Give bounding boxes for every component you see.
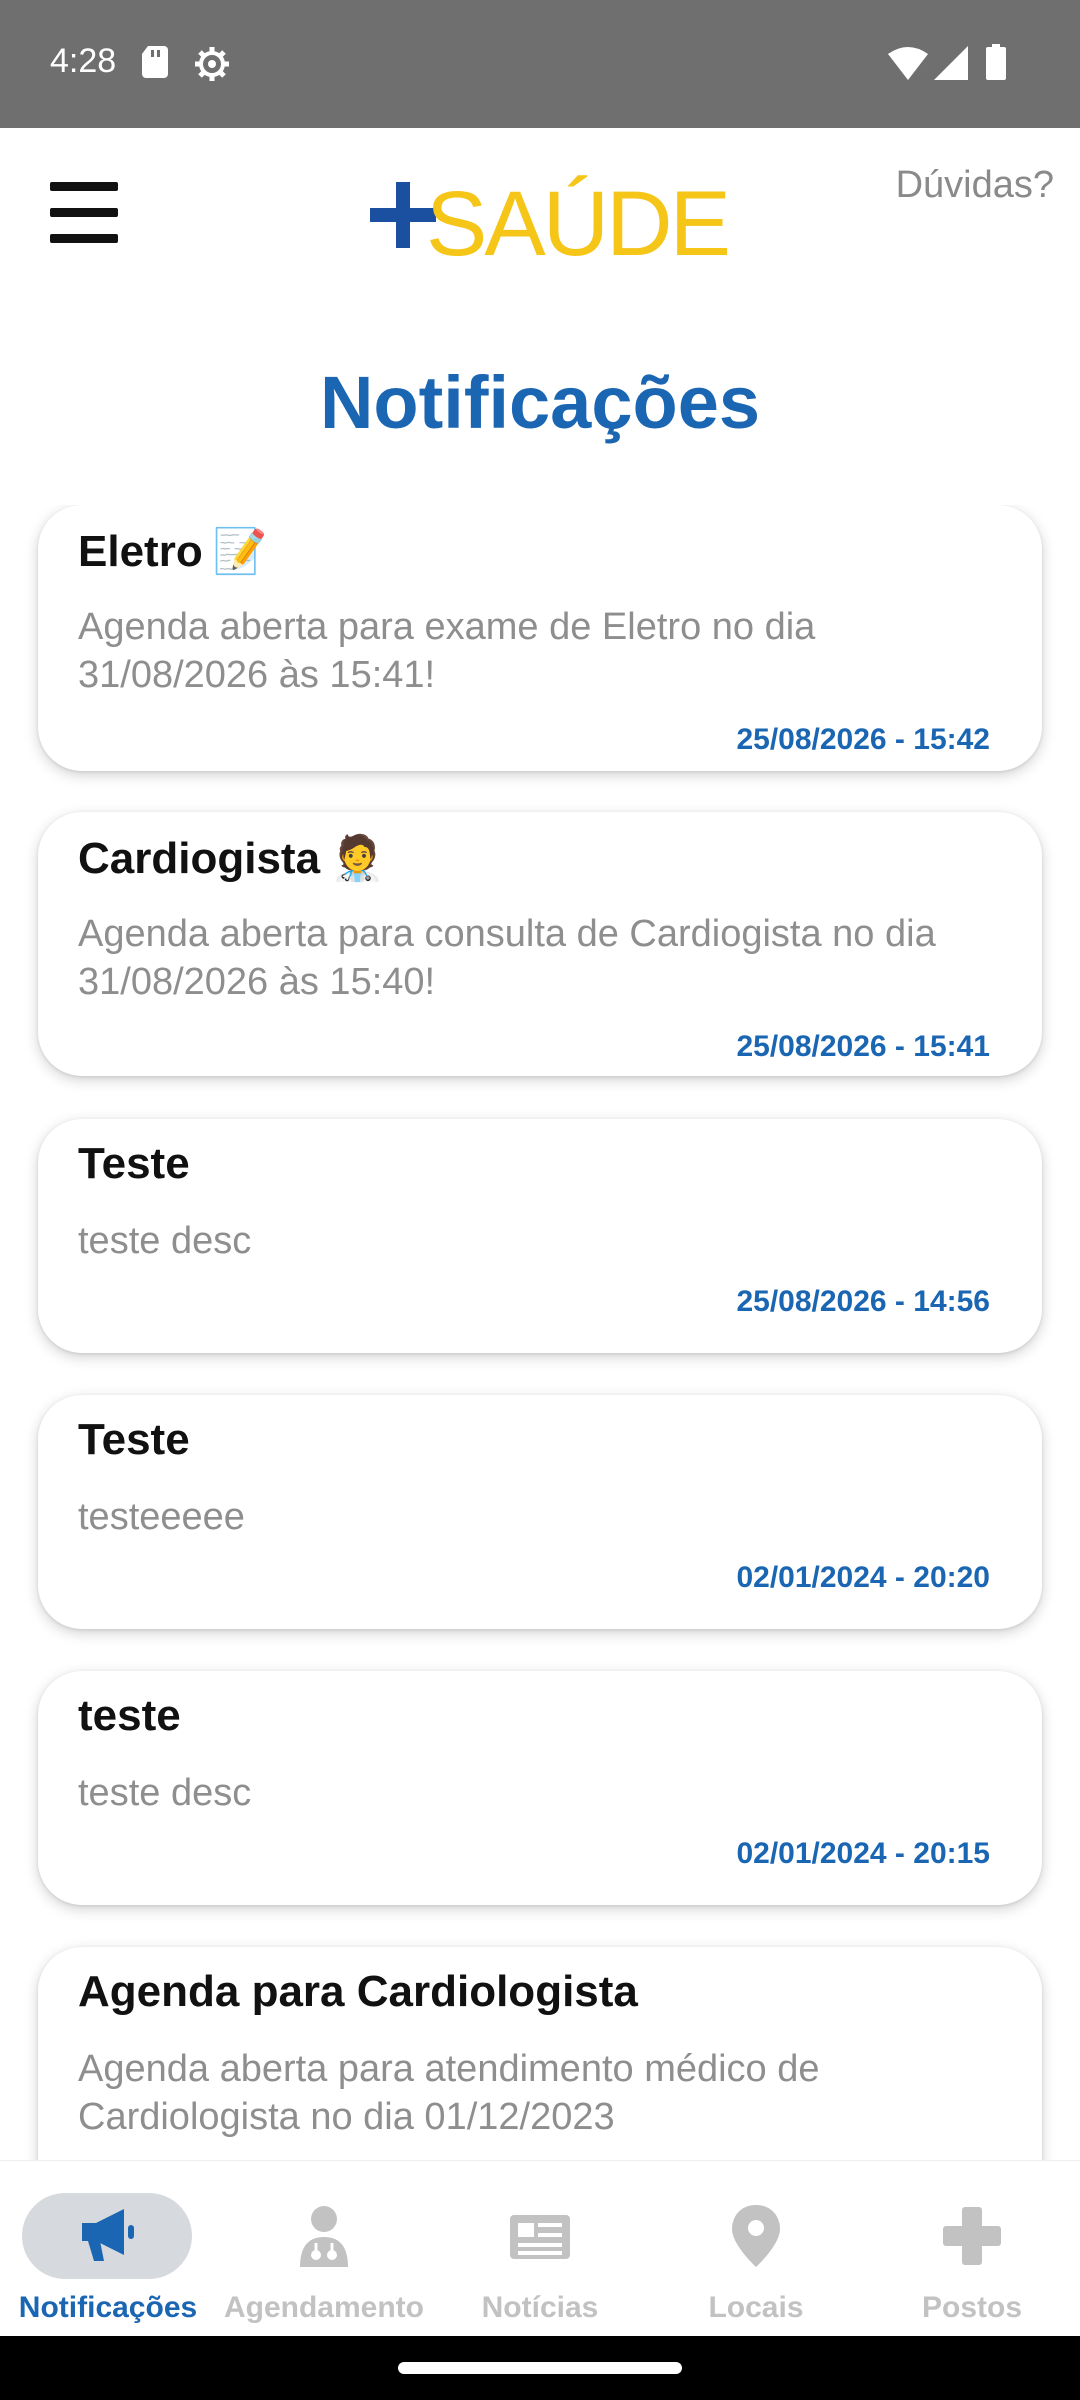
nav-label: Locais [708,2291,804,2324]
help-link[interactable]: Dúvidas? [896,164,1054,207]
notification-title: teste [78,1691,181,1740]
notification-card[interactable]: Cardiogista 🧑‍⚕️ Agenda aberta para consu… [38,812,1042,1076]
notification-card[interactable]: Teste teste desc 25/08/2026 - 14:56 [38,1119,1042,1353]
nav-label: Postos [921,2291,1023,2324]
memo-emoji-icon: 📝 [212,527,268,576]
notification-description: Agenda aberta para exame de Eletro no di… [78,606,816,696]
doctor-emoji-icon: 🧑‍⚕️ [330,834,385,883]
nav-tab-agendamento[interactable]: Agendamento [216,2161,432,2337]
notification-description: teste desc [78,1220,252,1262]
wifi-icon [888,47,928,80]
notification-date: 02/01/2024 - 20:20 [736,1561,990,1594]
notification-card[interactable]: teste teste desc 02/01/2024 - 20:15 [38,1671,1042,1905]
sd-card-icon [142,46,168,78]
home-gesture-handle[interactable] [398,2362,682,2374]
notification-description: Agenda aberta para consulta de Cardiogis… [78,913,936,1003]
newspaper-icon [510,2215,570,2259]
bottom-navigation: Notificações Agendamento Notícias Locais [0,2160,1080,2337]
page-title: Notificações [319,361,761,444]
medical-cross-icon [943,2207,1001,2265]
notification-title: Eletro 📝 [78,525,268,577]
status-bar: 4:28 [0,0,1080,128]
settings-gear-icon [195,47,229,81]
notification-list[interactable]: Eletro 📝 Agenda aberta para exame de Elet… [0,505,1080,2160]
nav-label: Agendamento [223,2291,424,2324]
notification-title: Teste [78,1139,190,1188]
hamburger-menu-icon[interactable] [50,182,118,243]
notification-card[interactable]: Eletro 📝 Agenda aberta para exame de Elet… [38,505,1042,771]
notification-description: testeeeee [78,1496,245,1538]
nav-tab-noticias[interactable]: Notícias [432,2161,648,2337]
notification-card[interactable]: Agenda para Cardiologista Agenda aberta … [38,1947,1042,2160]
notification-date: 25/08/2026 - 15:42 [736,723,990,756]
doctor-icon [300,2206,348,2267]
nav-label: Notificações [18,2291,198,2324]
notification-title-text: Eletro [78,527,203,576]
app-header: SAÚDE Dúvidas? [0,128,1080,298]
battery-icon [986,44,1006,80]
notification-title: Cardiogista 🧑‍⚕️ [78,832,385,884]
megaphone-icon [82,2209,134,2261]
system-gesture-bar [0,2336,1080,2400]
notification-card[interactable]: Teste testeeeee 02/01/2024 - 20:20 [38,1395,1042,1629]
app-logo: SAÚDE [370,160,731,270]
notification-date: 25/08/2026 - 15:41 [736,1030,990,1063]
nav-label: Notícias [481,2291,599,2324]
notification-title-text: Cardiogista [78,834,321,883]
status-time: 4:28 [50,42,117,80]
map-pin-icon [732,2205,780,2267]
notification-title: Teste [78,1415,190,1464]
notification-description: Agenda aberta para atendimento médico de… [78,2048,820,2138]
logo-text: SAÚDE [426,173,731,275]
notification-date: 25/08/2026 - 14:56 [736,1285,990,1318]
notification-description: teste desc [78,1772,252,1814]
cell-signal-icon [934,46,968,80]
notification-title: Agenda para Cardiologista [78,1967,638,2016]
nav-tab-postos[interactable]: Postos [864,2161,1080,2337]
nav-tab-notificacoes[interactable]: Notificações [0,2161,216,2337]
notification-date: 02/01/2024 - 20:15 [736,1837,990,1870]
nav-tab-locais[interactable]: Locais [648,2161,864,2337]
